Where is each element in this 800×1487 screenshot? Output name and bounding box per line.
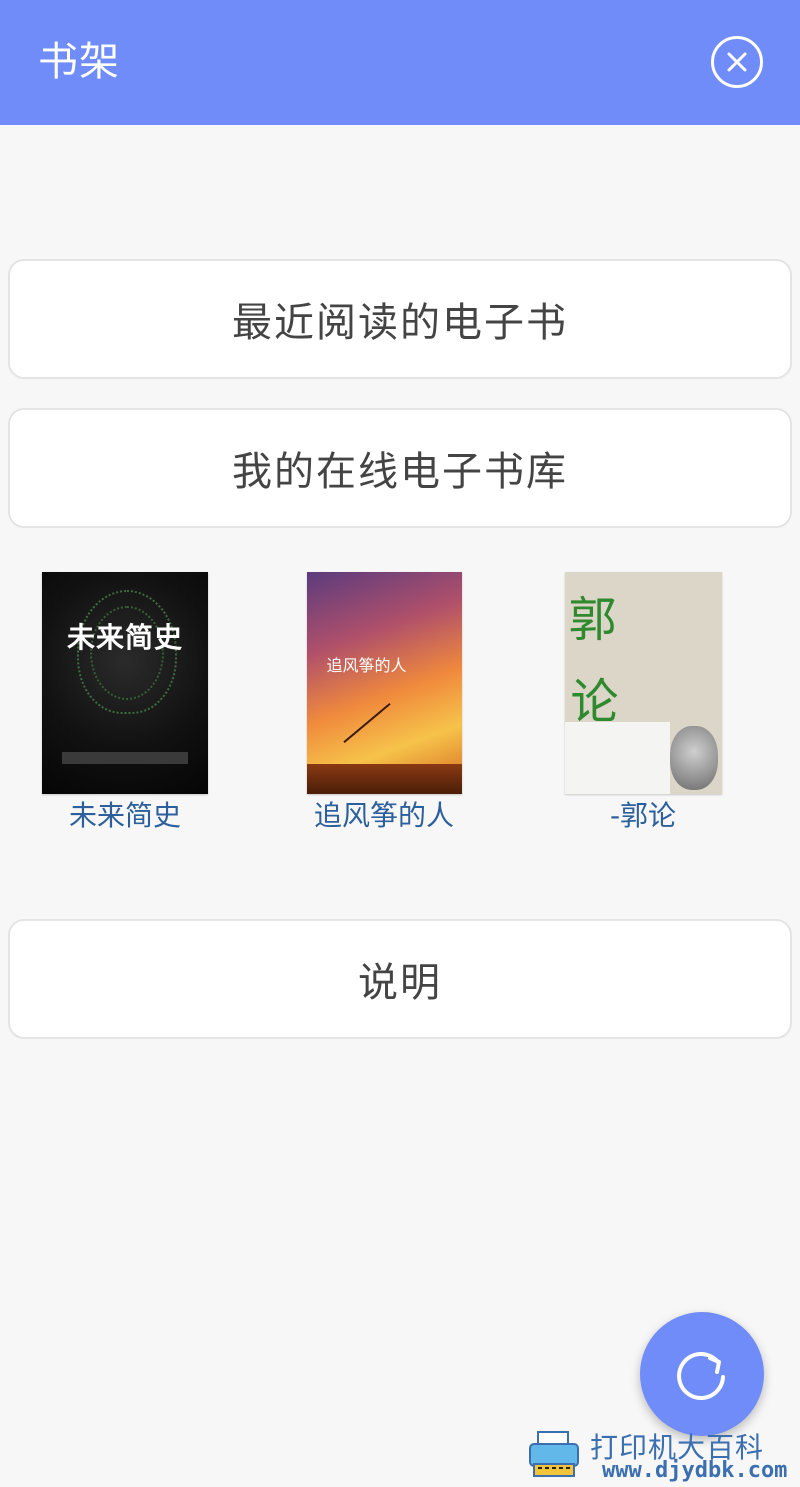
cover-stripe: [62, 752, 188, 764]
page-title: 书架: [38, 39, 120, 85]
book-item[interactable]: 郭 论 -郭论: [543, 572, 743, 835]
cover-ground-art: [306, 764, 462, 794]
book-item[interactable]: 追风筝的人 追风筝的人: [284, 572, 484, 835]
instructions-button[interactable]: 说明: [8, 919, 792, 1039]
printer-icon: [529, 1431, 579, 1477]
book-cover[interactable]: 追风筝的人: [306, 572, 462, 794]
recent-ebooks-button[interactable]: 最近阅读的电子书: [8, 259, 792, 379]
cover-portrait: [669, 726, 718, 790]
online-library-label: 我的在线电子书库: [232, 449, 568, 495]
book-cover[interactable]: 未来简史: [42, 572, 208, 794]
cover-title: 追风筝的人: [326, 656, 407, 675]
recent-ebooks-label: 最近阅读的电子书: [232, 300, 568, 346]
online-library-button[interactable]: 我的在线电子书库: [8, 408, 792, 528]
book-title[interactable]: 未来简史: [25, 797, 225, 835]
book-title[interactable]: -郭论: [543, 797, 743, 835]
book-item[interactable]: 未来简史 未来简史: [25, 572, 225, 835]
site-watermark: 打印机大百科 www.djydbk.com: [526, 1424, 800, 1487]
app-header: 书架: [0, 0, 800, 125]
cover-calligraphy: 郭: [568, 592, 617, 648]
cover-title: 未来简史: [66, 621, 183, 654]
refresh-button[interactable]: [640, 1312, 764, 1436]
close-button[interactable]: [711, 36, 763, 88]
close-icon: [727, 52, 747, 72]
book-cover[interactable]: 郭 论: [564, 572, 722, 794]
watermark-url: www.djydbk.com: [602, 1458, 788, 1483]
instructions-label: 说明: [358, 960, 442, 1006]
cover-kite-art: [342, 702, 391, 744]
cover-text-band: [564, 722, 670, 794]
refresh-icon: [677, 1351, 725, 1400]
book-title[interactable]: 追风筝的人: [284, 797, 484, 835]
